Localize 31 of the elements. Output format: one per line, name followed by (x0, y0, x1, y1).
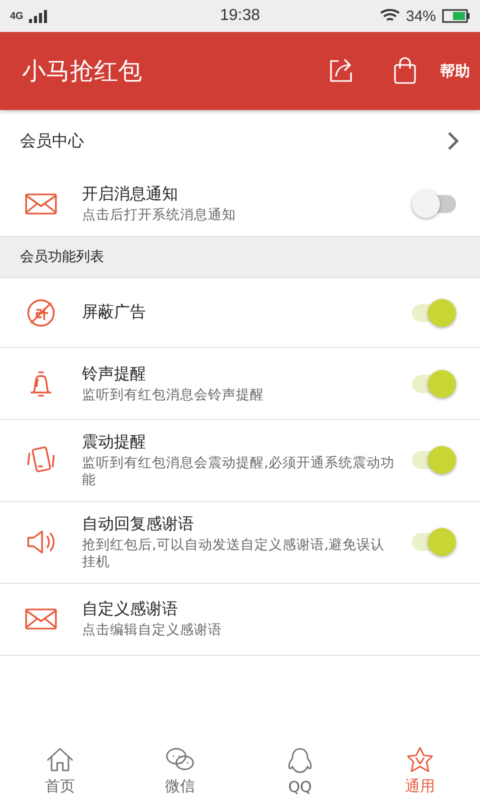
member-center-row[interactable]: 会员中心 (0, 110, 480, 172)
battery-level: 34% (406, 8, 436, 24)
clock: 19:38 (220, 7, 260, 25)
toggle-switch[interactable] (412, 298, 456, 328)
setting-description: 点击编辑自定义感谢语 (82, 622, 223, 639)
battery-icon (442, 9, 470, 23)
setting-description: 抢到红包后,可以自动发送自定义感谢语,避免误认挂机 (82, 536, 386, 570)
toggle-switch[interactable] (412, 527, 456, 558)
toggle-switch[interactable] (412, 189, 456, 219)
member-center-label: 会员中心 (20, 130, 84, 152)
network-type: 4G (10, 10, 24, 22)
setting-title: 自动回复感谢语 (82, 514, 195, 535)
chevron-right-icon (446, 131, 460, 151)
section-header: 会员功能列表 (0, 236, 480, 278)
setting-title: 震动提醒 (82, 432, 147, 453)
setting-description: 监听到有红包消息会铃声提醒 (82, 386, 265, 404)
nav-tab[interactable]: 通用 (360, 734, 480, 796)
nav-tab[interactable]: QQ (240, 734, 360, 796)
nav-tab[interactable]: 微信 (120, 734, 240, 796)
setting-title: 屏蔽广告 (82, 302, 147, 323)
setting-description: 点击后打开系统消息通知 (82, 207, 237, 224)
toggle-switch[interactable] (412, 368, 456, 398)
nav-tab[interactable]: 首页 (0, 734, 120, 796)
star-icon (405, 745, 435, 775)
help-link[interactable]: 帮助 (440, 62, 470, 80)
toggle-switch[interactable] (412, 445, 456, 476)
setting-description: 监听到有红包消息会震动提醒,必须开通系统震动功能 (82, 455, 396, 489)
app-title: 小马抢红包 (22, 56, 143, 87)
setting-title: 铃声提醒 (82, 364, 147, 385)
setting-title: 自定义感谢语 (82, 599, 179, 620)
setting-title: 开启消息通知 (82, 184, 179, 206)
